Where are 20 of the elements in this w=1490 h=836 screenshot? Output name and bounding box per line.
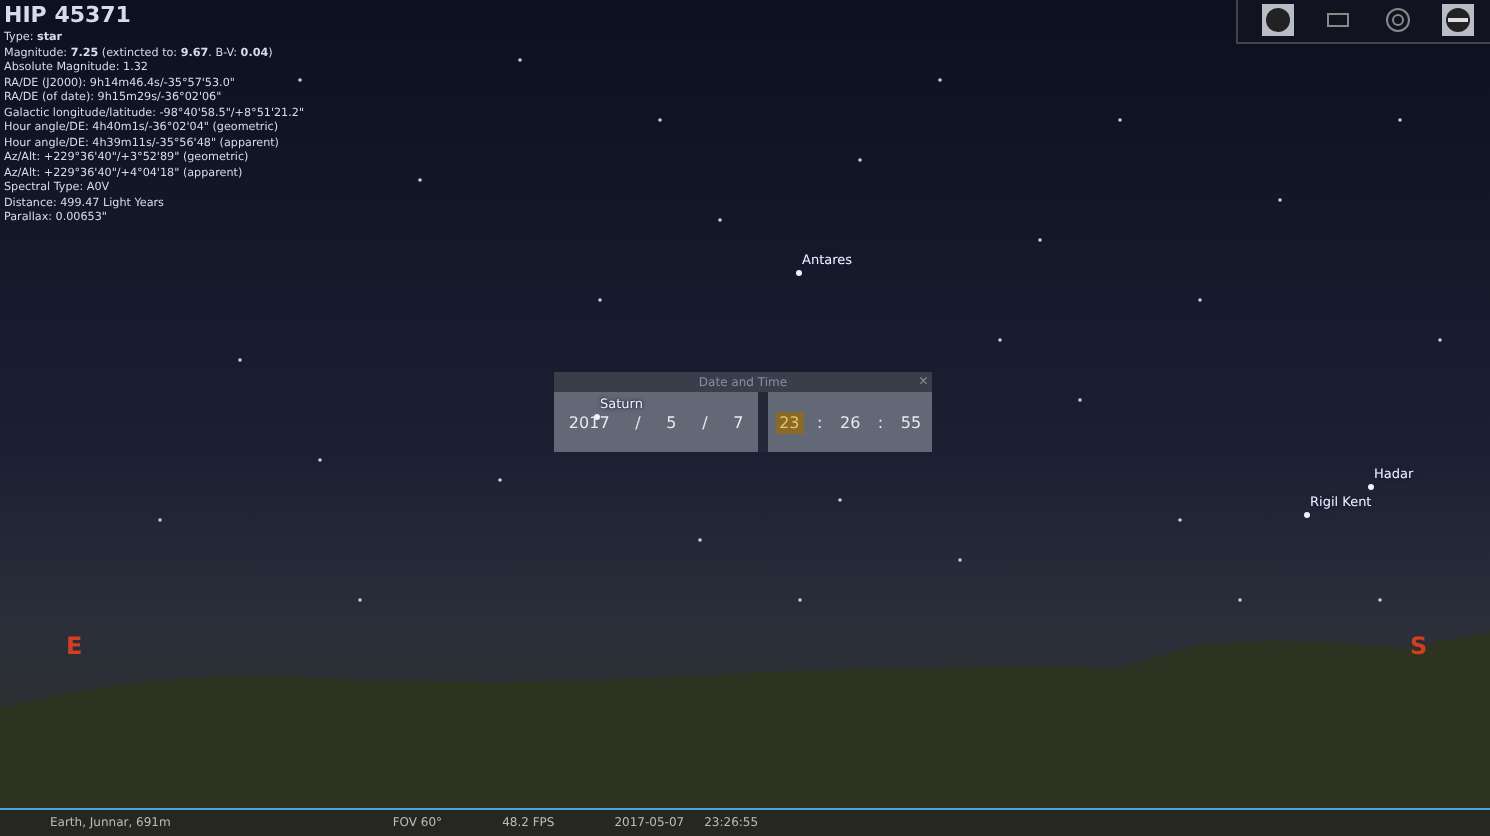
- close-button[interactable]: ×: [918, 372, 928, 392]
- spin-field[interactable]: 7: [729, 411, 748, 433]
- separator: :: [877, 413, 884, 431]
- band-icon: [1444, 6, 1472, 34]
- spin-field[interactable]: 55: [896, 411, 926, 433]
- spin-field[interactable]: 2017: [564, 411, 614, 433]
- toolbar-button[interactable]: [1262, 4, 1294, 36]
- separator: /: [702, 413, 708, 431]
- toolbar-button[interactable]: [1382, 4, 1414, 36]
- disc-icon: [1264, 6, 1292, 34]
- toolbar-button[interactable]: [1442, 4, 1474, 36]
- separator: /: [635, 413, 641, 431]
- spin-field[interactable]: 23: [775, 411, 804, 433]
- cardinal-point: E: [66, 632, 83, 660]
- cardinal-point: S: [1410, 632, 1428, 660]
- spin-field[interactable]: 5: [662, 411, 681, 433]
- separator: :: [817, 413, 823, 431]
- target-icon: [1384, 6, 1412, 34]
- spin-field[interactable]: 26: [835, 411, 865, 433]
- object-name: HIP 45371: [4, 2, 133, 28]
